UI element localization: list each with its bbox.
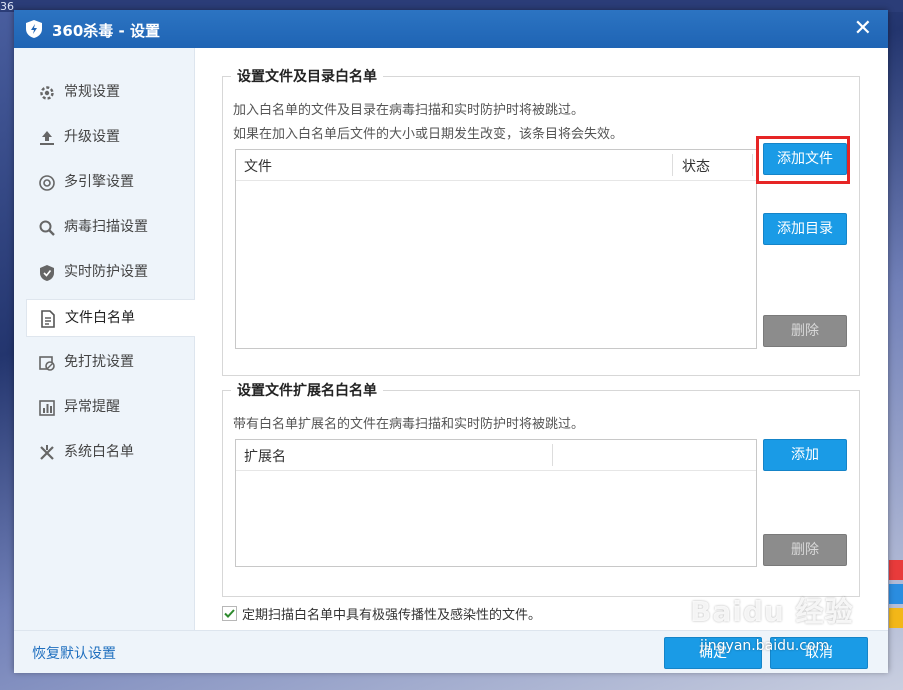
extension-whitelist-desc: 带有白名单扩展名的文件在病毒扫描和实时防护时将被跳过。 [233,417,585,432]
column-divider[interactable] [752,154,753,176]
delete-file-button[interactable]: 删除 [763,315,847,347]
sidebar-item-virus-scan[interactable]: 病毒扫描设置 [26,209,194,245]
sidebar-item-label: 异常提醒 [64,399,120,415]
strip-yellow [889,608,903,628]
sidebar-item-label: 实时防护设置 [64,264,148,280]
sidebar-item-label: 病毒扫描设置 [64,219,148,235]
watermark-sub: jingyan.baidu.com [700,638,830,654]
sidebar-item-system-whitelist[interactable]: 系统白名单 [26,434,194,470]
app-logo-icon [26,20,42,38]
do-not-disturb-icon [39,356,55,371]
sidebar-item-file-whitelist[interactable]: 文件白名单 [26,299,195,337]
extension-whitelist-group: 设置文件扩展名白名单 带有白名单扩展名的文件在病毒扫描和实时防护时将被跳过。 扩… [222,380,860,597]
file-whitelist-group: 设置文件及目录白名单 加入白名单的文件及目录在病毒扫描和实时防护时将被跳过。 如… [222,66,860,376]
strip-blue [889,584,903,604]
upload-icon [40,131,54,145]
sidebar-item-general[interactable]: 常规设置 [26,74,194,110]
watermark-main: Baidu 经验 [690,595,854,628]
tools-icon [40,445,54,460]
checkmark-icon [224,609,235,618]
column-header-status[interactable]: 状态 [682,156,710,176]
file-whitelist-title: 设置文件及目录白名单 [231,66,383,86]
settings-window: 360杀毒 - 设置 ✕ 常规设置 升级设置 多引擎设置 病毒扫描设置 实时防护… [14,10,888,673]
periodic-scan-checkbox[interactable] [222,606,237,621]
sidebar-item-do-not-disturb[interactable]: 免打扰设置 [26,344,194,380]
add-directory-button[interactable]: 添加目录 [763,213,847,245]
sidebar-item-label: 系统白名单 [64,444,134,460]
shield-icon [40,265,54,281]
sidebar-item-realtime[interactable]: 实时防护设置 [26,254,194,290]
file-list-header: 文件 状态 [236,150,756,181]
sidebar-item-label: 文件白名单 [65,310,135,326]
extension-list[interactable]: 扩展名 [235,439,757,567]
column-header-file[interactable]: 文件 [244,156,272,176]
column-header-extension[interactable]: 扩展名 [244,446,286,466]
window-title: 360杀毒 - 设置 [52,22,160,40]
close-icon[interactable]: ✕ [854,16,872,41]
column-divider[interactable] [672,154,673,176]
strip-red [889,560,903,580]
settings-content: 设置文件及目录白名单 加入白名单的文件及目录在病毒扫描和实时防护时将被跳过。 如… [194,48,888,630]
title-bar: 360杀毒 - 设置 ✕ [14,10,888,48]
delete-extension-button[interactable]: 删除 [763,534,847,566]
search-icon [39,220,55,236]
reset-defaults-link[interactable]: 恢复默认设置 [32,643,116,663]
periodic-scan-label[interactable]: 定期扫描白名单中具有极强传播性及感染性的文件。 [242,604,541,623]
sidebar-item-update[interactable]: 升级设置 [26,119,194,155]
extension-list-header: 扩展名 [236,440,756,471]
engine-icon [39,175,55,191]
desktop-right-strip [889,560,903,630]
sidebar-item-label: 升级设置 [64,129,120,145]
desktop-top-left-text: 36 [0,0,14,13]
gear-icon [40,86,54,100]
sidebar-item-multi-engine[interactable]: 多引擎设置 [26,164,194,200]
extension-whitelist-title: 设置文件扩展名白名单 [231,380,383,400]
sidebar-item-label: 多引擎设置 [64,174,134,190]
baidu-watermark: Baidu 经验 jingyan.baidu.com [690,590,854,654]
sidebar-item-label: 免打扰设置 [64,354,134,370]
column-divider[interactable] [552,444,553,466]
file-whitelist-desc-2: 如果在加入白名单后文件的大小或日期发生改变，该条目将会失效。 [233,127,624,142]
sidebar-item-label: 常规设置 [64,84,120,100]
sidebar: 常规设置 升级设置 多引擎设置 病毒扫描设置 实时防护设置 文件白名单 免打扰设… [14,48,195,630]
sidebar-item-alerts[interactable]: 异常提醒 [26,389,194,425]
file-whitelist-desc-1: 加入白名单的文件及目录在病毒扫描和实时防护时将被跳过。 [233,103,585,118]
bar-chart-icon [39,400,55,416]
file-list[interactable]: 文件 状态 [235,149,757,349]
document-icon [41,310,55,328]
add-file-button[interactable]: 添加文件 [763,143,847,175]
add-extension-button[interactable]: 添加 [763,439,847,471]
